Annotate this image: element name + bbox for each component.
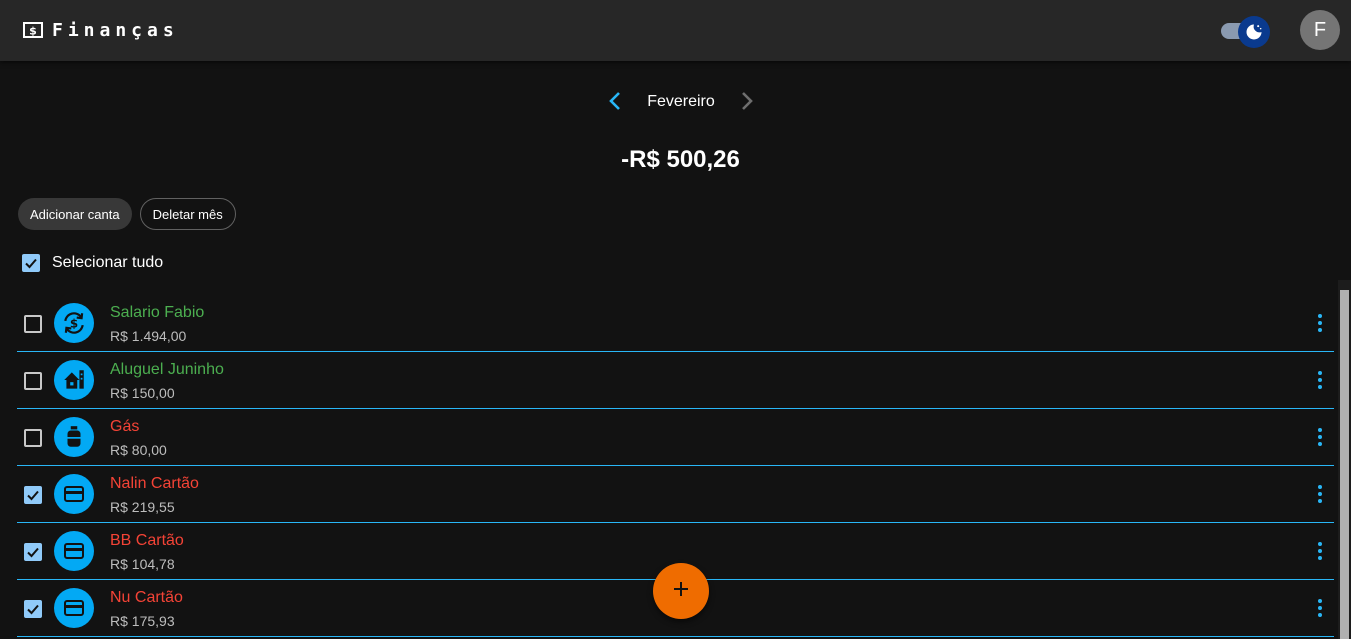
more-vert-icon[interactable] — [1310, 425, 1330, 449]
row-checkbox[interactable] — [24, 429, 42, 447]
svg-text:$: $ — [70, 316, 78, 330]
avatar[interactable]: F — [1300, 10, 1340, 50]
row-checkbox[interactable] — [24, 543, 42, 561]
brand: $ Finanças — [22, 19, 179, 41]
more-vert-icon[interactable] — [1310, 311, 1330, 335]
account-amount: R$ 175,93 — [110, 613, 175, 629]
more-vert-icon[interactable] — [1310, 368, 1330, 392]
app-title: Finanças — [52, 19, 179, 41]
credit-card-icon — [54, 474, 94, 514]
plus-icon — [672, 580, 690, 603]
svg-text:$: $ — [29, 25, 37, 38]
select-all-label: Selecionar tudo — [52, 254, 164, 271]
delete-month-button[interactable]: Deletar mês — [139, 198, 236, 230]
select-all-checkbox[interactable] — [22, 254, 40, 272]
month-label: Fevereiro — [647, 93, 715, 110]
list-item[interactable]: Gás R$ 80,00 — [17, 409, 1334, 466]
more-vert-icon[interactable] — [1310, 596, 1330, 620]
row-checkbox[interactable] — [24, 486, 42, 504]
currency-exchange-icon: $ — [54, 303, 94, 343]
month-total: -R$ 500,26 — [621, 146, 740, 173]
money-icon: $ — [22, 19, 44, 41]
account-name: Nalin Cartão — [110, 475, 199, 492]
theme-toggle[interactable] — [1218, 14, 1272, 48]
month-navigation: Fevereiro — [0, 85, 1351, 117]
chevron-left-icon[interactable] — [604, 89, 628, 113]
add-account-button[interactable]: Adicionar canta — [18, 198, 132, 230]
row-checkbox[interactable] — [24, 600, 42, 618]
credit-card-icon — [54, 531, 94, 571]
account-amount: R$ 104,78 — [110, 556, 175, 572]
account-amount: R$ 150,00 — [110, 385, 175, 401]
scrollbar-thumb[interactable] — [1340, 290, 1349, 639]
account-name: Salario Fabio — [110, 304, 205, 321]
account-name: Aluguel Juninho — [110, 361, 224, 378]
account-amount: R$ 219,55 — [110, 499, 175, 515]
more-vert-icon[interactable] — [1310, 539, 1330, 563]
action-bar: Adicionar canta Deletar mês — [18, 198, 236, 230]
add-fab-button[interactable] — [653, 563, 709, 619]
scrollbar[interactable] — [1338, 280, 1351, 639]
row-checkbox[interactable] — [24, 315, 42, 333]
account-name: BB Cartão — [110, 532, 184, 549]
list-item[interactable]: Aluguel Juninho R$ 150,00 — [17, 352, 1334, 409]
list-item[interactable]: Nalin Cartão R$ 219,55 — [17, 466, 1334, 523]
account-name: Gás — [110, 418, 140, 435]
account-name: Nu Cartão — [110, 589, 183, 606]
account-amount: R$ 80,00 — [110, 442, 167, 458]
credit-card-icon — [54, 588, 94, 628]
row-checkbox[interactable] — [24, 372, 42, 390]
dark-mode-icon — [1238, 16, 1270, 48]
more-vert-icon[interactable] — [1310, 482, 1330, 506]
list-item[interactable]: $ Salario Fabio R$ 1.494,00 — [17, 295, 1334, 352]
app-bar: $ Finanças F — [0, 0, 1351, 61]
select-all[interactable]: Selecionar tudo — [22, 254, 163, 272]
account-amount: R$ 1.494,00 — [110, 328, 187, 344]
house-icon — [54, 360, 94, 400]
chevron-right-icon[interactable] — [734, 89, 758, 113]
gas-cylinder-icon — [54, 417, 94, 457]
